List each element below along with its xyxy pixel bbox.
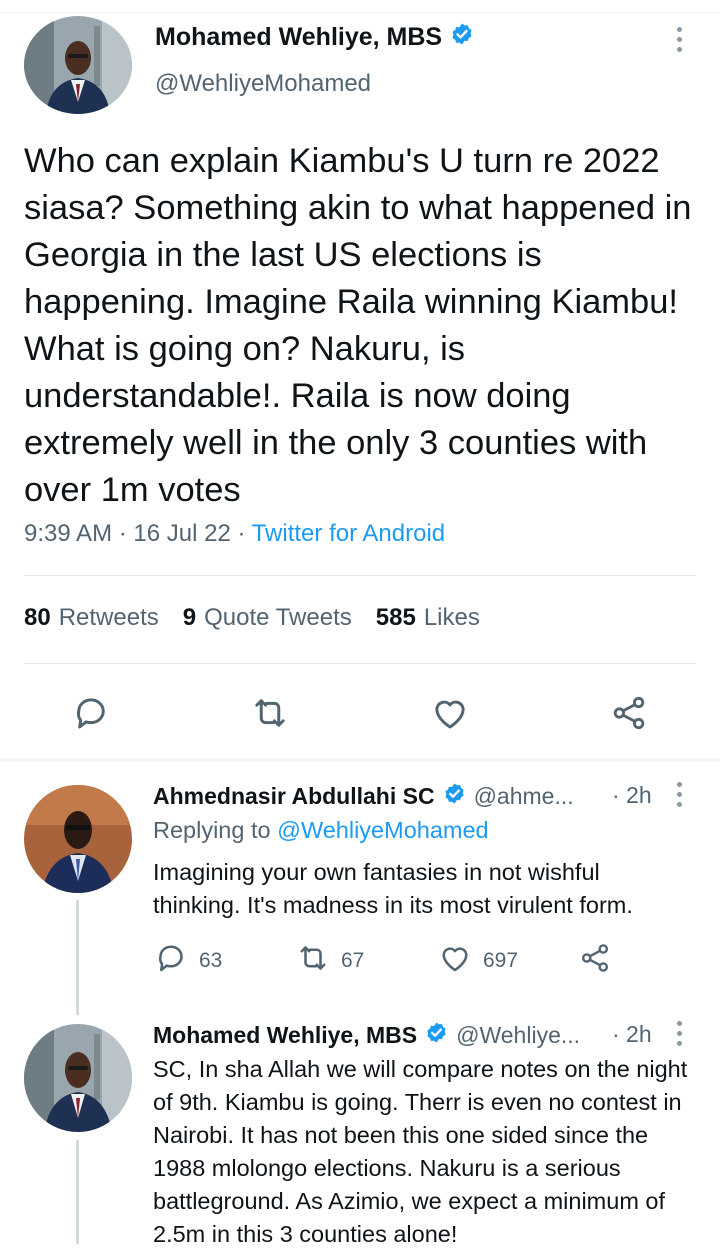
like-button[interactable]: 697 — [437, 940, 518, 982]
tweet-source[interactable]: Twitter for Android — [252, 520, 445, 547]
retweet-button[interactable]: 67 — [295, 940, 364, 982]
retweet-icon[interactable] — [249, 692, 291, 734]
reply-text: SC, In sha Allah we will compare notes o… — [153, 1056, 688, 1247]
likes-stat[interactable]: 585 Likes — [376, 604, 480, 632]
retweet-count: 67 — [341, 949, 365, 972]
meta-separator: · — [118, 520, 134, 547]
reply-text: Imagining your own fantasies in not wish… — [153, 859, 633, 918]
top-divider — [0, 12, 720, 13]
divider — [24, 575, 696, 576]
reply-author-avatar[interactable] — [24, 1024, 132, 1132]
reply-icon[interactable] — [70, 692, 112, 734]
reply-count: 63 — [199, 949, 223, 972]
divider — [24, 663, 696, 664]
tweet-meta: 9:39 AM · 16 Jul 22 · Twitter for Androi… — [24, 520, 445, 548]
tweet-date[interactable]: 16 Jul 22 — [133, 520, 230, 547]
retweet-icon — [295, 940, 331, 982]
reply-header: Ahmednasir Abdullahi SC @ahme... — [153, 782, 574, 811]
reply-header: Mohamed Wehliye, MBS @Wehliye... — [153, 1021, 580, 1050]
retweets-stat[interactable]: 80 Retweets — [24, 604, 159, 632]
replying-to: Replying to @WehliyeMohamed — [153, 817, 489, 844]
reply-author-handle[interactable]: @Wehliye... — [456, 1022, 580, 1049]
like-count: 697 — [483, 949, 519, 972]
more-options-icon[interactable] — [677, 782, 682, 807]
replying-to-link[interactable]: @WehliyeMohamed — [277, 817, 489, 843]
more-options-icon[interactable] — [677, 1021, 682, 1046]
quote-tweets-stat[interactable]: 9 Quote Tweets — [183, 604, 352, 632]
author-handle[interactable]: @WehliyeMohamed — [155, 70, 371, 98]
thread-line — [76, 1140, 79, 1244]
reply-actions: 63 67 697 — [153, 940, 633, 980]
verified-badge-icon — [450, 22, 474, 53]
share-button[interactable] — [577, 940, 613, 982]
author-name[interactable]: Mohamed Wehliye, MBS — [155, 23, 442, 52]
tweet-body: Who can explain Kiambu's U turn re 2022 … — [24, 142, 692, 509]
reply-time[interactable]: · 2h — [612, 782, 652, 809]
reply-author-name[interactable]: Ahmednasir Abdullahi SC — [153, 783, 435, 810]
more-options-icon[interactable] — [677, 27, 682, 52]
reply-author-handle[interactable]: @ahme... — [474, 783, 574, 810]
viewport-bottom-edge — [0, 1244, 720, 1254]
share-icon — [577, 940, 613, 982]
reply-time[interactable]: · 2h — [612, 1021, 652, 1048]
share-icon[interactable] — [608, 692, 650, 734]
reply-button[interactable]: 63 — [153, 940, 222, 982]
replying-prefix: Replying to — [153, 817, 271, 843]
verified-badge-icon — [443, 782, 466, 811]
reply-author-name[interactable]: Mohamed Wehliye, MBS — [153, 1022, 417, 1049]
tweet-stats: 80 Retweets 9 Quote Tweets 585 Likes — [24, 604, 480, 632]
like-icon — [437, 940, 473, 982]
verified-badge-icon — [425, 1021, 448, 1050]
reply-time-wrap: · 2h — [612, 1021, 652, 1048]
thread-line — [76, 900, 79, 1015]
reply-time-wrap: · 2h — [612, 782, 652, 809]
tweet-time[interactable]: 9:39 AM — [24, 520, 112, 547]
reply-icon — [153, 940, 189, 982]
meta-separator: · — [237, 520, 252, 547]
like-icon[interactable] — [429, 692, 471, 734]
reply-author-avatar[interactable] — [24, 785, 132, 893]
author-name-row[interactable]: Mohamed Wehliye, MBS — [155, 22, 474, 53]
author-avatar[interactable] — [24, 16, 132, 114]
section-separator — [0, 758, 720, 762]
